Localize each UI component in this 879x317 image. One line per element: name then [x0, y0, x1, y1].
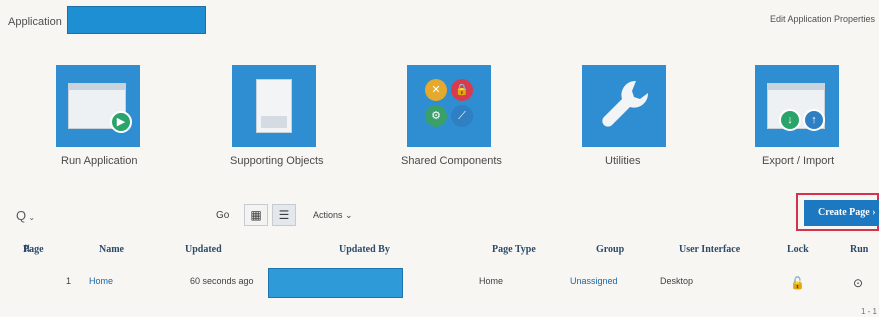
- cell-user-interface: Desktop: [660, 276, 694, 286]
- go-button[interactable]: Go: [216, 210, 229, 221]
- cell-page-name-link[interactable]: Home: [89, 276, 113, 286]
- search-icon[interactable]: Q ⌄: [16, 208, 35, 223]
- column-header-group[interactable]: Group: [596, 244, 624, 255]
- icon-view-button[interactable]: ▦: [244, 204, 268, 226]
- table-row: 1 Home 60 seconds ago Home Unassigned De…: [0, 276, 879, 292]
- shared-components-label: Shared Components: [401, 155, 502, 167]
- column-header-page-type[interactable]: Page Type: [492, 244, 536, 255]
- export-import-label: Export / Import: [762, 155, 835, 167]
- table-header: Page ⇅ Name Updated Updated By Page Type…: [23, 244, 869, 255]
- column-header-name[interactable]: Name: [99, 244, 124, 255]
- cell-group-link[interactable]: Unassigned: [570, 276, 618, 286]
- column-header-lock[interactable]: Lock: [787, 244, 809, 255]
- gear-icon: ⚙: [425, 105, 447, 127]
- edit-application-properties-button[interactable]: Edit Application Properties: [770, 14, 875, 24]
- supporting-objects-label: Supporting Objects: [230, 155, 324, 167]
- application-label: Application: [8, 16, 62, 28]
- wrench-icon: [602, 80, 649, 127]
- list-icon: ☰: [278, 208, 290, 222]
- tools-icon: ✕: [425, 79, 447, 101]
- run-page-icon[interactable]: ⊙: [853, 276, 863, 290]
- sort-icon: ⇅: [23, 244, 32, 255]
- cell-page-type: Home: [479, 276, 504, 286]
- unlock-icon[interactable]: 🔓: [790, 276, 805, 290]
- shared-components-icon: ✕ 🔒 ⚙ ⟋: [407, 65, 491, 147]
- run-application-label: Run Application: [61, 155, 138, 167]
- pagination-info: 1 - 1: [860, 307, 877, 316]
- upload-icon: ↑: [803, 109, 825, 131]
- play-icon: ▶: [110, 111, 132, 133]
- column-header-user-interface[interactable]: User Interface: [679, 244, 740, 255]
- create-page-button[interactable]: Create Page ›: [804, 200, 879, 226]
- chevron-down-icon: ⌄: [345, 210, 353, 220]
- document-graphic: [256, 79, 292, 133]
- application-name-redacted: [67, 6, 206, 34]
- download-icon: ↓: [779, 109, 801, 131]
- column-header-updated[interactable]: Updated: [185, 244, 222, 255]
- compass-icon: ⟋: [451, 105, 473, 127]
- cell-updated: 60 seconds ago: [190, 276, 254, 286]
- utilities-icon: [582, 65, 666, 147]
- column-header-run[interactable]: Run: [850, 244, 868, 255]
- report-view-button[interactable]: ☰: [272, 204, 296, 226]
- actions-menu[interactable]: Actions ⌄: [313, 210, 353, 221]
- top-bar: Application Edit Application Properties: [0, 0, 879, 38]
- lock-icon: 🔒: [451, 79, 473, 101]
- updated-by-redacted: [268, 268, 403, 298]
- supporting-objects-icon: [232, 65, 316, 147]
- cell-page-number: 1: [66, 276, 72, 286]
- chevron-right-icon: ›: [872, 207, 876, 218]
- column-header-updated-by[interactable]: Updated By: [339, 244, 390, 255]
- utilities-label: Utilities: [605, 155, 641, 167]
- export-import-icon: ↓ ↑: [755, 65, 839, 147]
- run-application-icon: ▶: [56, 65, 140, 147]
- grid-icon: ▦: [250, 208, 262, 222]
- report-toolbar: Q ⌄ Go ▦ ☰ Actions ⌄: [0, 200, 879, 232]
